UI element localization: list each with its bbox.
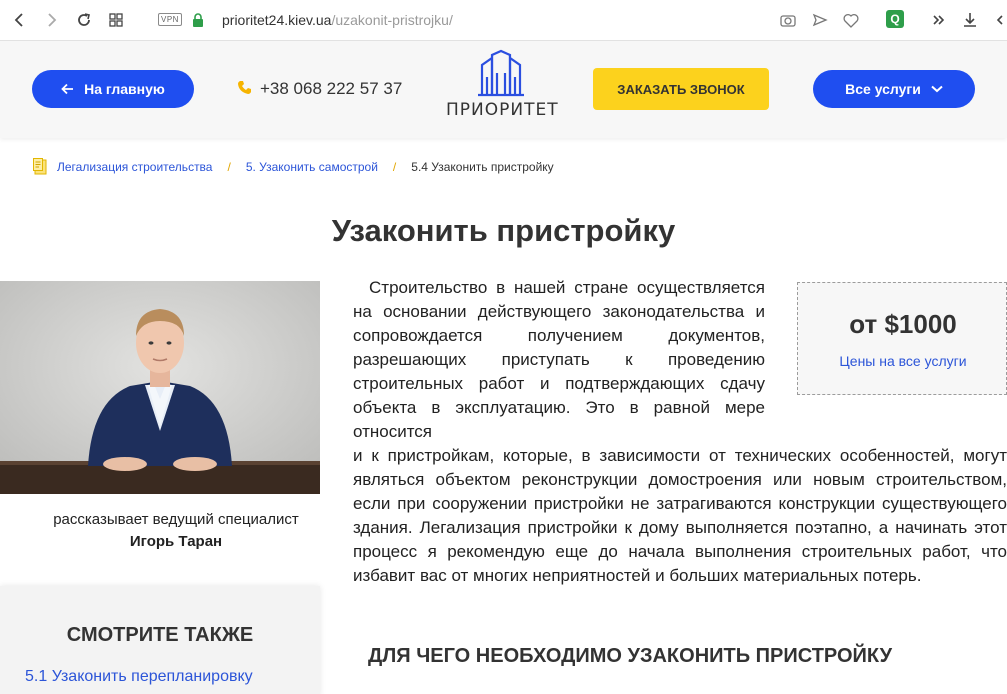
specialist-name: Игорь Таран [129, 533, 223, 550]
order-call-button[interactable]: ЗАКАЗАТЬ ЗВОНОК [593, 68, 769, 110]
extension-q-icon[interactable]: Q [886, 10, 904, 28]
breadcrumb: Легализация строительства / 5. Узаконить… [33, 158, 554, 175]
chevron-down-icon [931, 85, 943, 93]
see-also-title: СМОТРИТЕ ТАКЖЕ [66, 624, 254, 646]
all-services-label: Все услуги [845, 81, 921, 97]
phone-icon [237, 80, 252, 99]
reload-icon[interactable] [74, 10, 94, 30]
more-extensions-icon[interactable] [929, 10, 949, 30]
photo-caption: рассказывает ведущий специалист [53, 511, 299, 528]
breadcrumb-current: 5.4 Узаконить пристройку [411, 159, 554, 174]
camera-icon[interactable] [778, 10, 798, 30]
section-heading: ДЛЯ ЧЕГО НЕОБХОДИМО УЗАКОНИТЬ ПРИСТРОЙКУ [368, 645, 893, 667]
logo-text: ПРИОРИТЕТ [446, 100, 559, 120]
url-host: prioritet24.kiev.ua [222, 12, 332, 28]
price-value: от $1000 [849, 309, 957, 339]
url-path: /uzakonit-pristrojku/ [331, 12, 453, 28]
all-prices-link[interactable]: Цены на все услуги [798, 353, 1007, 369]
arrow-left-icon [61, 83, 74, 95]
phone-number: +38 068 222 57 37 [260, 79, 403, 98]
all-services-button[interactable]: Все услуги [813, 70, 975, 108]
send-icon[interactable] [810, 10, 830, 30]
breadcrumb-link-legalization[interactable]: Легализация строительства [57, 160, 212, 174]
breadcrumb-link-samostroy[interactable]: 5. Узаконить самострой [246, 160, 378, 174]
article-paragraph-part2: и к пристройкам, которые, в зависимости … [353, 446, 1007, 585]
logo-building-icon [478, 49, 524, 97]
article-paragraph-part1: Строительство в нашей стране осуществляе… [353, 278, 765, 441]
site-header: На главную +38 068 222 57 37 ПРИОРИТЕТ З… [0, 41, 1007, 138]
menu-icon[interactable] [990, 10, 1007, 30]
browser-toolbar: VPN prioritet24.kiev.ua/uzakonit-pristro… [0, 0, 1007, 41]
specialist-photo [0, 281, 320, 494]
forward-icon[interactable] [41, 10, 61, 30]
see-also-link[interactable]: 5.1 Узаконить перепланировку [25, 668, 253, 686]
address-bar[interactable]: prioritet24.kiev.ua/uzakonit-pristrojku/ [222, 12, 453, 28]
breadcrumb-separator: / [392, 159, 397, 174]
download-icon[interactable] [960, 10, 980, 30]
vpn-badge[interactable]: VPN [158, 13, 182, 26]
home-button-label: На главную [84, 81, 165, 97]
tabs-grid-icon[interactable] [106, 10, 126, 30]
page-title: Узаконить пристройку [331, 213, 676, 248]
document-icon [33, 158, 47, 175]
back-icon[interactable] [10, 10, 30, 30]
phone-link[interactable]: +38 068 222 57 37 [237, 79, 402, 99]
lock-icon [188, 10, 208, 30]
logo[interactable]: ПРИОРИТЕТ [446, 49, 559, 129]
home-button[interactable]: На главную [32, 70, 194, 108]
see-also-panel: СМОТРИТЕ ТАКЖЕ 5.1 Узаконить перепланиро… [0, 586, 320, 694]
heart-icon[interactable] [841, 10, 861, 30]
price-box: от $1000 Цены на все услуги [797, 282, 1007, 395]
breadcrumb-separator: / [227, 159, 231, 174]
